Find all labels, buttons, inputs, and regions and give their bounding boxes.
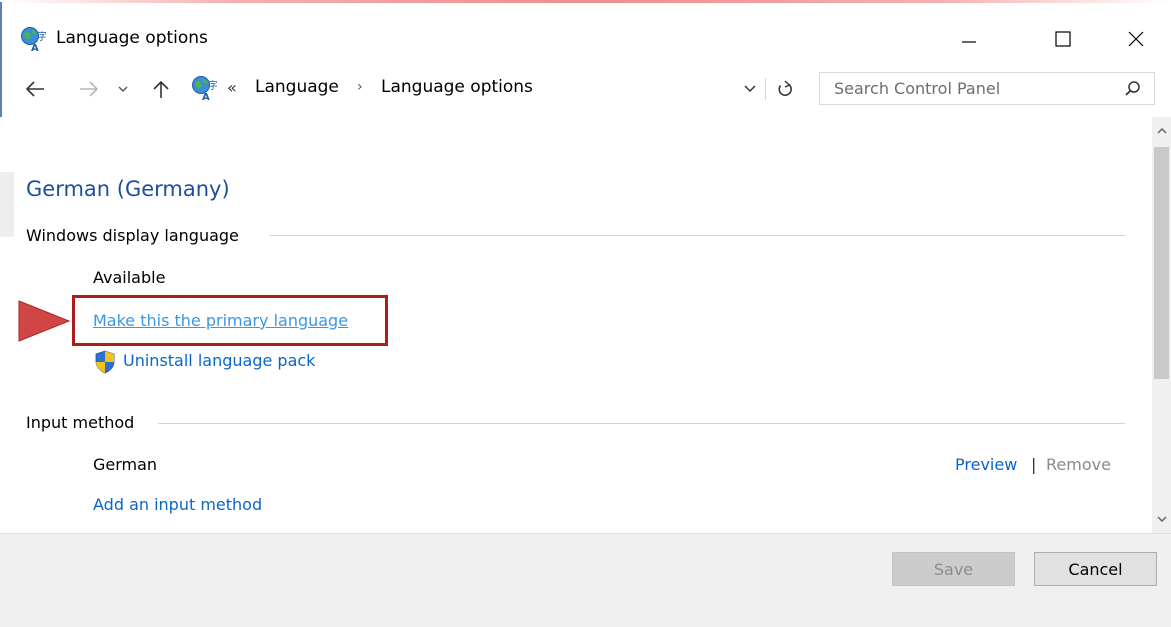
remove-link: Remove — [1046, 455, 1111, 474]
refresh-button[interactable] — [773, 77, 797, 101]
chevron-up-icon — [1157, 128, 1166, 134]
up-button[interactable] — [148, 73, 174, 105]
display-section-label: Windows display language — [26, 226, 247, 245]
arrow-up-icon — [153, 80, 169, 98]
address-bar[interactable]: A 字 « Language › Language options — [184, 71, 804, 105]
language-title: German (Germany) — [26, 177, 230, 201]
preview-link[interactable]: Preview — [955, 455, 1017, 474]
back-button[interactable] — [20, 73, 50, 105]
breadcrumb-overflow[interactable]: « — [227, 78, 237, 97]
close-icon — [1128, 31, 1144, 47]
save-button[interactable]: Save — [892, 552, 1015, 586]
scroll-thumb[interactable] — [1154, 147, 1169, 379]
search-icon[interactable] — [1123, 79, 1143, 99]
input-section-rule — [158, 423, 1125, 424]
display-language-status: Available — [93, 268, 166, 287]
chevron-down-icon — [118, 86, 128, 92]
uninstall-language-pack-link[interactable]: Uninstall language pack — [123, 351, 315, 370]
scroll-up-button[interactable] — [1152, 117, 1171, 145]
pointer-arrow-icon — [18, 300, 71, 342]
breadcrumb-separator[interactable]: › — [357, 79, 363, 95]
link-separator: | — [1031, 455, 1037, 474]
recent-locations-button[interactable] — [112, 73, 134, 105]
refresh-icon — [778, 80, 792, 96]
add-input-method-link[interactable]: Add an input method — [93, 495, 262, 514]
cancel-button[interactable]: Cancel — [1034, 552, 1157, 586]
arrow-right-icon — [80, 81, 99, 97]
minimize-icon — [962, 41, 976, 43]
content-area: German (Germany) Windows display languag… — [0, 117, 1152, 533]
window-title: Language options — [56, 28, 208, 48]
language-options-window: A 字 Language options A 字 « Language › La… — [0, 0, 1171, 627]
maximize-button[interactable] — [1038, 18, 1088, 60]
search-input[interactable] — [820, 73, 1110, 104]
svg-text:A: A — [31, 43, 39, 52]
vertical-scrollbar[interactable] — [1152, 117, 1171, 533]
close-button[interactable] — [1111, 18, 1161, 60]
search-box — [819, 72, 1155, 105]
scroll-down-button[interactable] — [1152, 505, 1171, 533]
address-divider — [765, 78, 766, 100]
display-section-rule — [270, 235, 1125, 236]
chevron-down-icon — [744, 85, 756, 93]
arrow-left-icon — [25, 81, 44, 97]
forward-button[interactable] — [74, 73, 104, 105]
input-section-label: Input method — [26, 413, 143, 432]
uac-shield-icon — [95, 350, 115, 374]
dialog-footer: Save Cancel — [0, 533, 1171, 627]
maximize-icon — [1055, 31, 1071, 47]
language-globe-icon: A 字 — [21, 27, 46, 52]
input-method-name: German — [93, 455, 158, 474]
title-bar: A 字 Language options — [0, 3, 1171, 63]
minimize-button[interactable] — [944, 18, 994, 60]
svg-text:A: A — [202, 92, 210, 101]
make-primary-language-link[interactable]: Make this the primary language — [93, 311, 348, 330]
language-globe-icon: A 字 — [192, 76, 217, 101]
address-dropdown-button[interactable] — [739, 78, 761, 100]
chevron-down-icon — [1157, 516, 1166, 522]
left-side-strip — [0, 172, 14, 237]
svg-text:字: 字 — [37, 30, 46, 43]
svg-text:字: 字 — [208, 79, 217, 92]
breadcrumb-language-options[interactable]: Language options — [381, 77, 533, 97]
breadcrumb-language[interactable]: Language — [255, 77, 339, 97]
navigation-bar: A 字 « Language › Language options — [0, 63, 1171, 117]
